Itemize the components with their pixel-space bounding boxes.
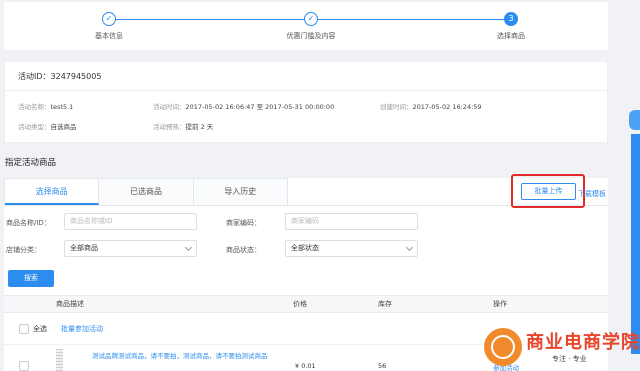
step-3-label: 选择商品 (497, 32, 525, 40)
product-price: ¥ 0.01 (295, 362, 316, 370)
activity-info-card: 活动ID：3247945005 活动名称：test5.1 活动时间：2017-0… (4, 61, 608, 143)
step-1-check-icon: ✓ (102, 12, 116, 26)
watermark-logo: 商业电商学院 专注 · 专业 (484, 327, 640, 371)
category-select[interactable]: 全部商品 (64, 240, 197, 257)
created-time-label: 创建时间： (380, 103, 413, 111)
activity-type-label: 活动类型： (18, 123, 51, 131)
activity-type-value: 自选商品 (50, 123, 77, 131)
category-label: 店铺分类： (6, 246, 41, 254)
column-header-description: 商品描述 (56, 300, 84, 308)
batch-upload-button[interactable]: 批量上传 (521, 183, 576, 200)
created-time: 创建时间：2017-05-02 16:24:59 (380, 101, 482, 111)
step-1-label: 基本信息 (95, 32, 123, 40)
column-header-action: 操作 (493, 300, 507, 308)
logo-emblem-icon (484, 328, 522, 366)
tab-select-products[interactable]: 选择商品 (5, 179, 100, 205)
floating-help-icon[interactable] (629, 110, 640, 130)
logo-emblem-ring (491, 335, 515, 359)
step-2-check-icon: ✓ (304, 12, 318, 26)
merchant-code-input[interactable]: 商家编码 (285, 213, 418, 230)
divider (5, 90, 607, 91)
activity-time: 活动时间：2017-05-02 16:06:47 至 2017-05-31 00… (153, 101, 334, 111)
activity-name-value: test5.1 (50, 103, 74, 111)
activity-preheat: 活动预热：提前 2 天 (153, 121, 213, 131)
chevron-down-icon (184, 243, 193, 252)
status-label: 商品状态： (226, 246, 261, 254)
row-checkbox[interactable] (19, 361, 29, 371)
tab-import-history[interactable]: 导入历史 (193, 179, 287, 205)
category-select-value: 全部商品 (70, 244, 98, 252)
activity-type: 活动类型：自选商品 (18, 121, 77, 131)
step-connector (116, 19, 304, 20)
created-time-value: 2017-05-02 16:24:59 (412, 103, 482, 111)
merchant-code-label: 商家编码： (226, 219, 261, 227)
product-thumbnail (56, 349, 63, 371)
table-header: 商品描述 价格 库存 操作 (4, 295, 608, 313)
activity-name: 活动名称：test5.1 (18, 101, 73, 111)
column-header-price: 价格 (293, 300, 307, 308)
status-select-value: 全部状态 (291, 244, 319, 252)
side-toolbar[interactable] (631, 134, 640, 354)
batch-join-link[interactable]: 批量参加活动 (61, 324, 103, 334)
name-id-label: 商品名称/ID： (6, 219, 51, 227)
select-all-checkbox[interactable] (19, 324, 29, 334)
chevron-down-icon (405, 243, 414, 252)
activity-preheat-value: 提前 2 天 (185, 123, 214, 131)
progress-stepper: ✓ 基本信息 ✓ 优惠门槛及内容 3 选择商品 (4, 2, 608, 50)
logo-slogan: 专注 · 专业 (552, 355, 587, 363)
step-2-label: 优惠门槛及内容 (286, 32, 336, 40)
activity-time-value: 2017-05-02 16:06:47 至 2017-05-31 00:00:0… (185, 103, 335, 111)
column-header-stock: 库存 (378, 300, 392, 308)
highlight-box: 批量上传 (511, 174, 585, 208)
status-select[interactable]: 全部状态 (285, 240, 418, 257)
activity-preheat-label: 活动预热： (153, 123, 186, 131)
product-title-link[interactable]: 测试品牌测试商品，请不要拍，测试商品，请不要拍测试商品 (92, 350, 268, 360)
logo-name: 商业电商学院 (526, 332, 640, 353)
activity-time-label: 活动时间： (153, 103, 186, 111)
tab-selected-products[interactable]: 已选商品 (99, 179, 194, 205)
name-id-input[interactable]: 商品名称或ID (64, 213, 197, 230)
step-connector (318, 19, 504, 20)
activity-id: 活动ID：3247945005 (18, 72, 102, 81)
page: { "stepper": { "steps": [ {"label": "基本信… (0, 0, 640, 371)
activity-name-label: 活动名称： (18, 103, 51, 111)
download-template-link[interactable]: 下载模板 (578, 189, 606, 199)
tab-bar: 选择商品 已选商品 导入历史 (4, 178, 288, 206)
section-title: 指定活动商品 (5, 158, 57, 168)
search-button[interactable]: 搜索 (8, 270, 54, 287)
product-stock: 56 (378, 362, 387, 370)
select-all-label: 全选 (33, 325, 47, 333)
step-3-number: 3 (504, 12, 518, 26)
